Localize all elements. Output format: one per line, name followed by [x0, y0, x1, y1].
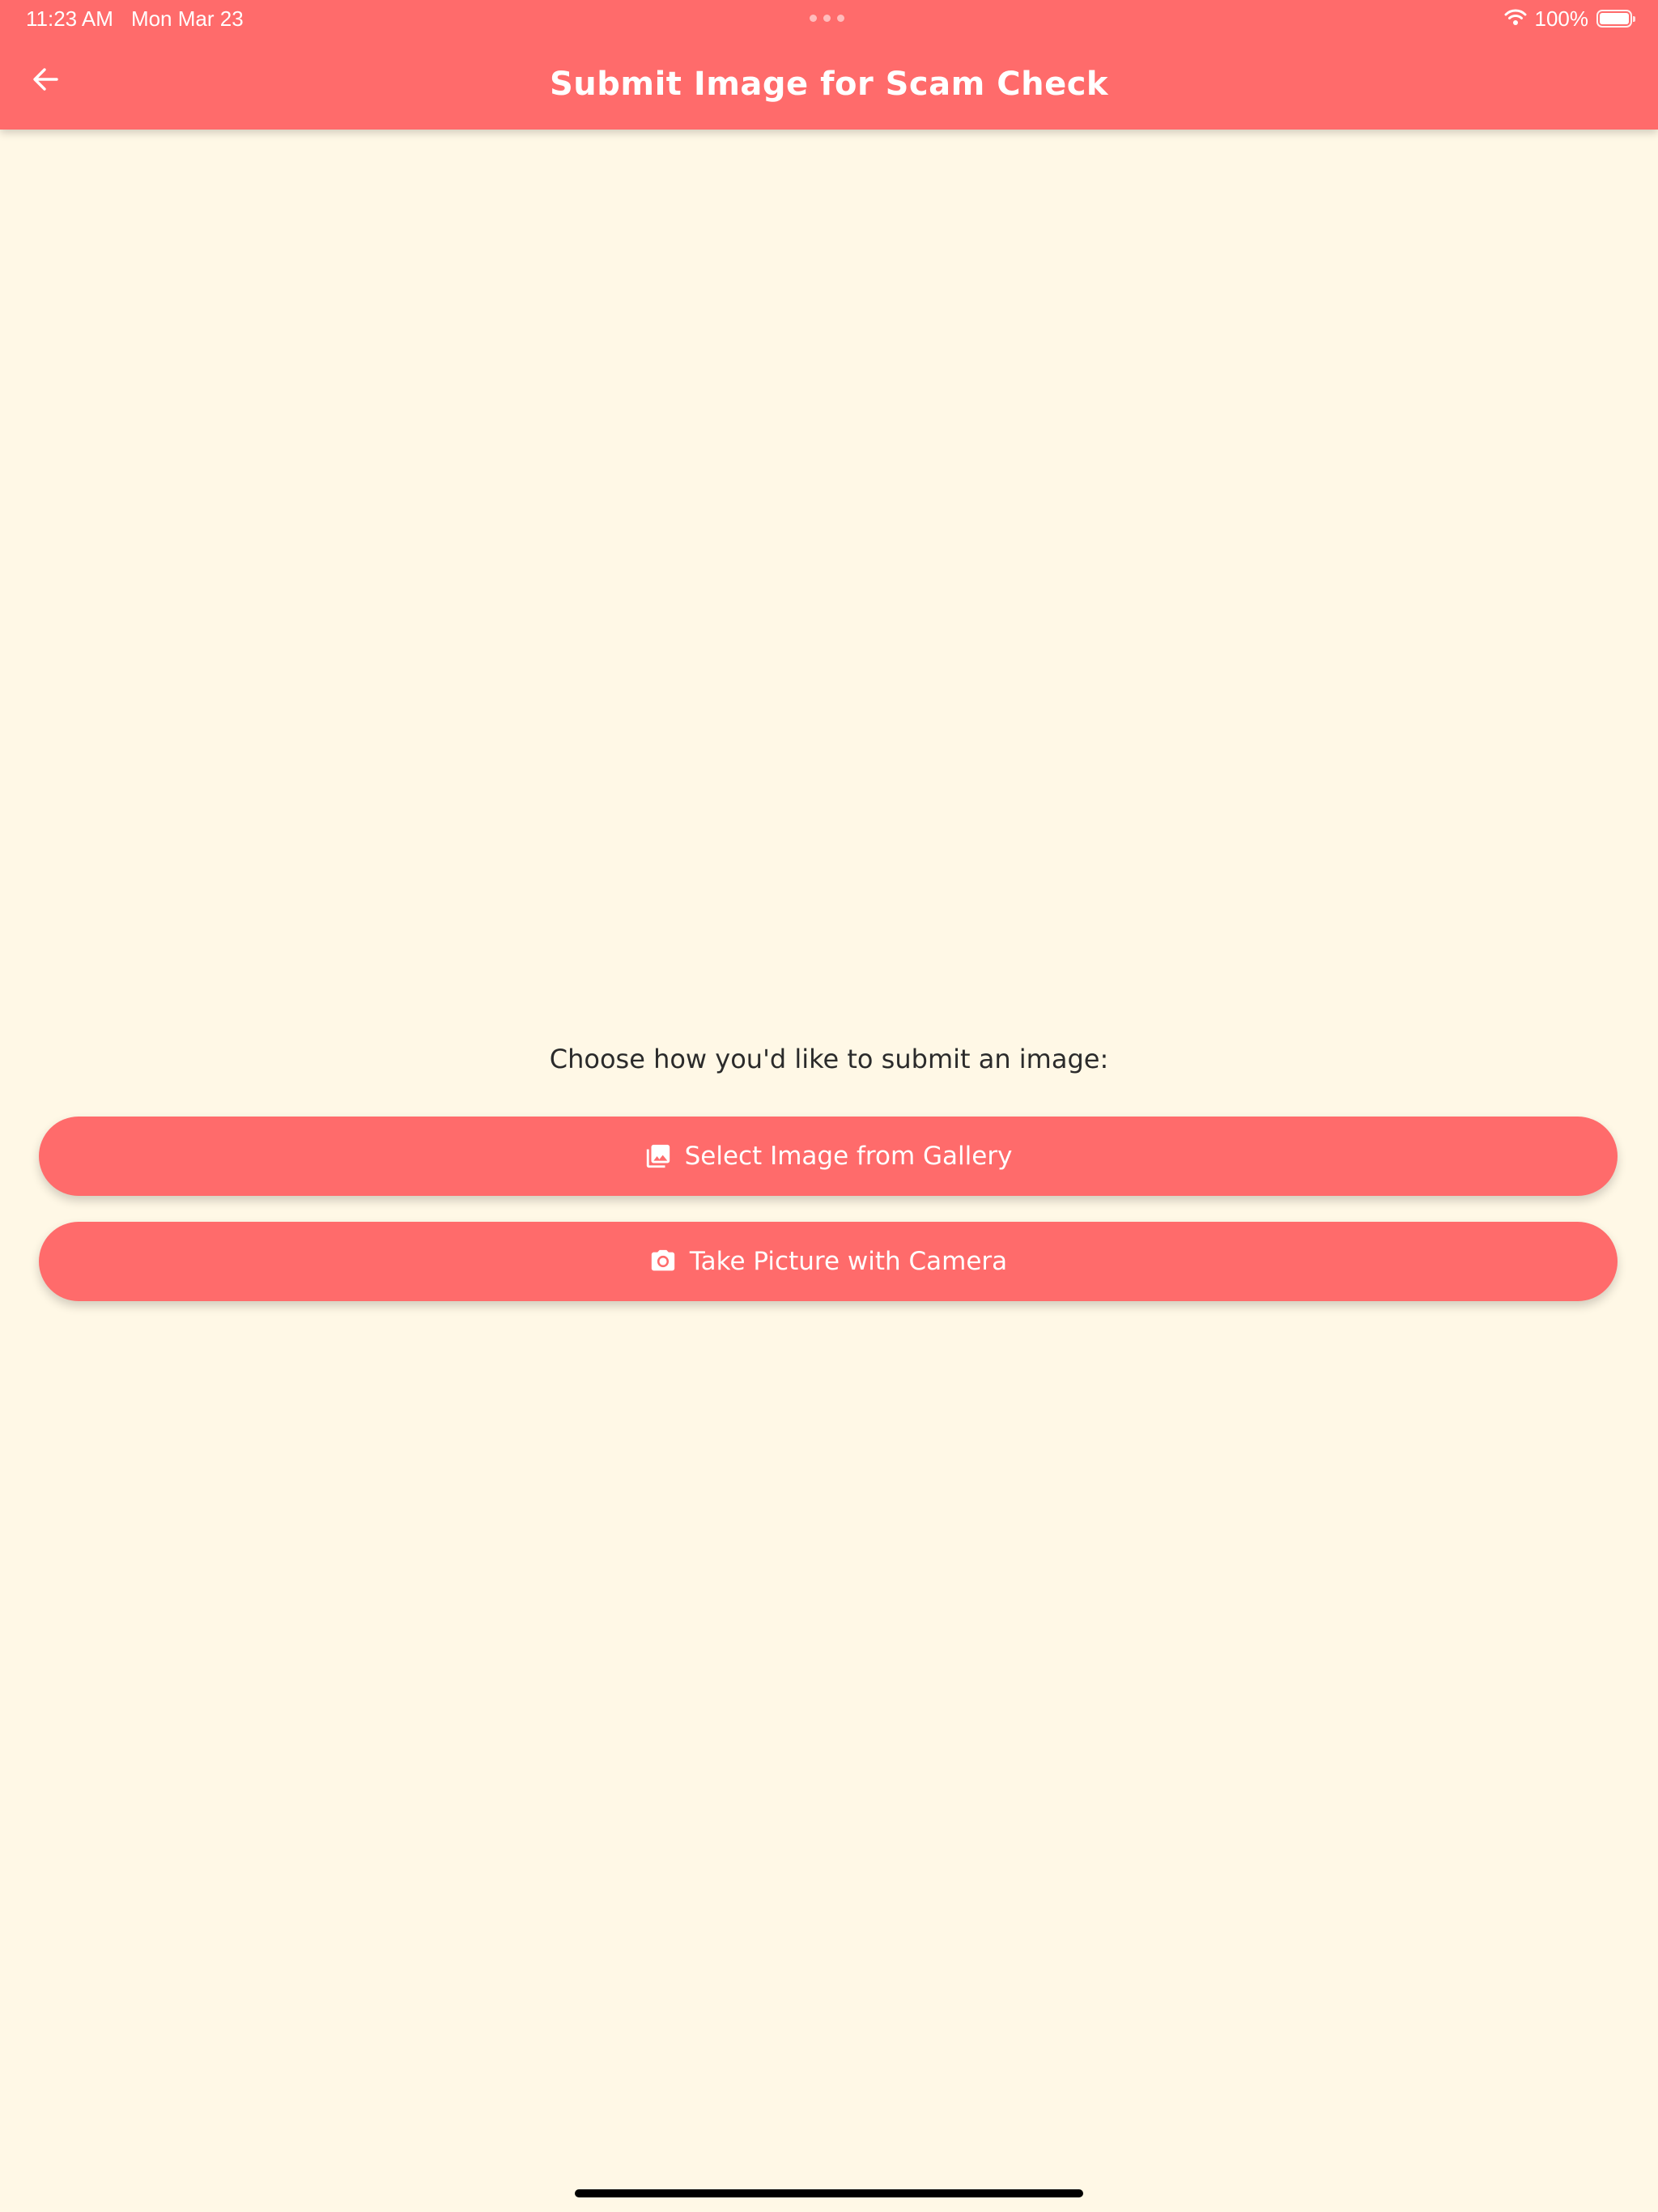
select-from-gallery-button[interactable]: Select Image from Gallery [39, 1117, 1618, 1196]
status-date: Mon Mar 23 [130, 6, 244, 31]
take-picture-button[interactable]: Take Picture with Camera [39, 1222, 1618, 1301]
app-bar: 11:23 AM Mon Mar 23 100% Submit Image for… [0, 0, 1658, 130]
photo-library-icon [644, 1142, 672, 1170]
status-time: 11:23 AM [26, 6, 113, 31]
submit-prompt: Choose how you'd like to submit an image… [549, 1044, 1109, 1074]
page-title: Submit Image for Scam Check [549, 66, 1109, 103]
battery-percentage: 100% [1534, 6, 1589, 31]
battery-icon [1596, 10, 1635, 28]
status-bar-left: 11:23 AM Mon Mar 23 [26, 6, 244, 32]
camera-icon [649, 1248, 677, 1275]
status-bar-right: 100% [1504, 6, 1635, 32]
home-indicator[interactable] [575, 2189, 1083, 2197]
wifi-icon [1504, 6, 1527, 32]
battery-fill [1600, 13, 1629, 24]
take-picture-label: Take Picture with Camera [689, 1247, 1008, 1276]
multitasking-dots-icon[interactable] [810, 15, 844, 22]
select-from-gallery-label: Select Image from Gallery [684, 1142, 1013, 1171]
